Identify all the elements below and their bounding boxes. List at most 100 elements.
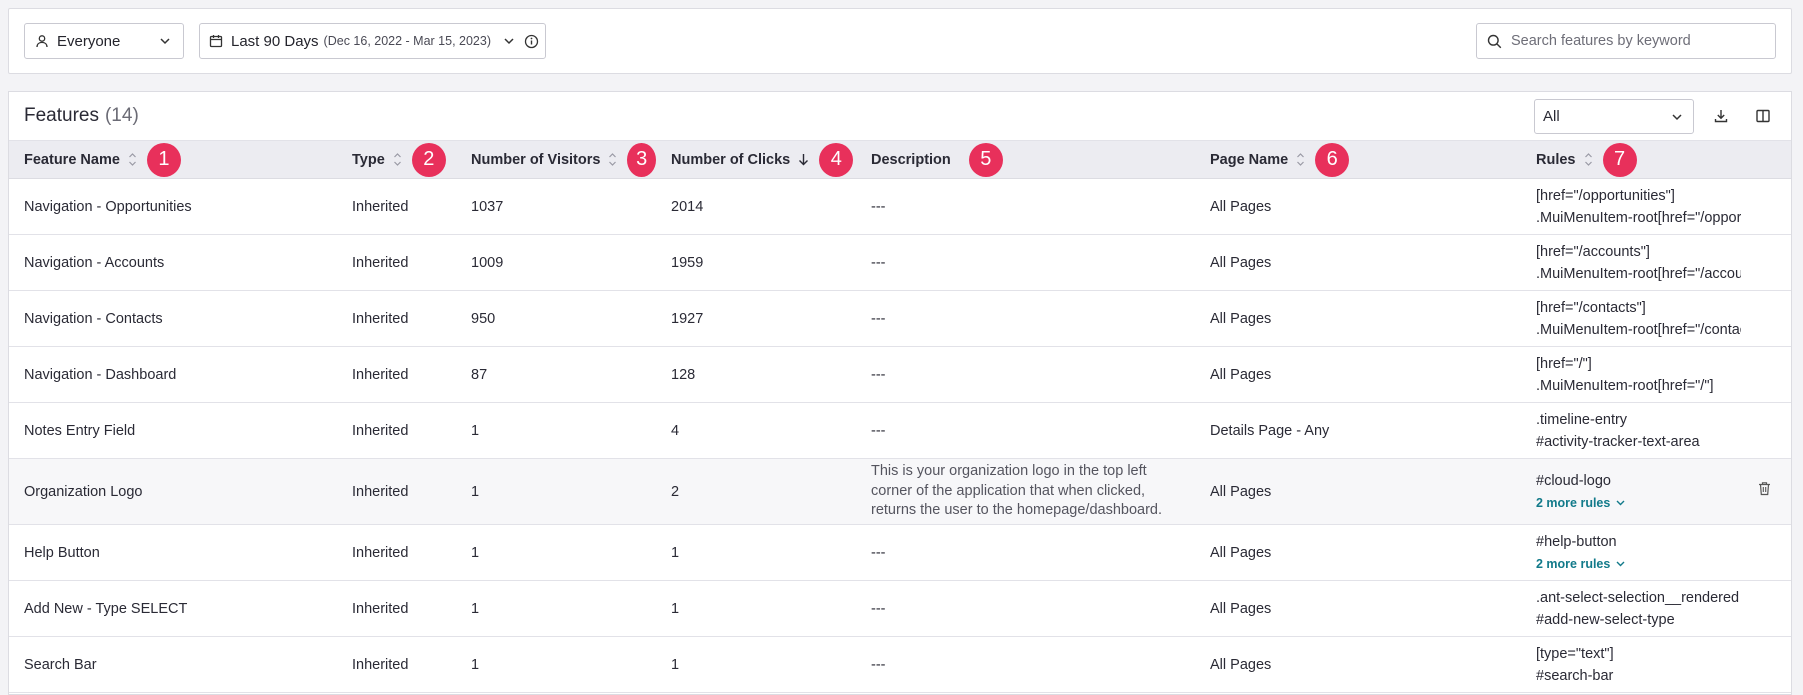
table-row[interactable]: Navigation - Accounts Inherited 1009 195…	[9, 234, 1791, 291]
date-range-dropdown[interactable]: Last 90 Days (Dec 16, 2022 - Mar 15, 202…	[199, 23, 546, 59]
more-rules-label: 2 more rules	[1536, 556, 1611, 571]
table-row[interactable]: Navigation - Opportunities Inherited 103…	[9, 178, 1791, 235]
feature-name-cell[interactable]: Search Bar	[9, 636, 337, 693]
feature-name-cell[interactable]: Organization Logo	[9, 458, 337, 525]
feature-name-cell[interactable]: Notes Entry Field	[9, 402, 337, 459]
type-cell: Inherited	[337, 524, 456, 581]
feature-name-cell[interactable]: Help Button	[9, 524, 337, 581]
visitors-cell: 1	[456, 636, 656, 693]
feature-name-cell[interactable]: Add New - Type SELECT	[9, 580, 337, 637]
rule-text: #add-new-select-type	[1536, 611, 1675, 628]
annotation-badge: 3	[627, 142, 656, 177]
rules-cell: [href="/contacts"] .MuiMenuItem-root[hre…	[1521, 290, 1791, 347]
clicks-cell: 1927	[656, 290, 856, 347]
info-icon[interactable]	[524, 34, 539, 49]
clicks-cell: 128	[656, 346, 856, 403]
visitors-cell: 1	[456, 458, 656, 525]
description-cell: ---	[856, 178, 1195, 235]
table-row[interactable]: Help Button Inherited 1 1 --- All Pages …	[9, 524, 1791, 581]
filter-bar: Everyone Last 90 Days (Dec 16, 2022 - Ma…	[8, 8, 1792, 74]
rules-cell: #cloud-logo 2 more rules	[1521, 458, 1791, 525]
visitors-cell: 87	[456, 346, 656, 403]
feature-name-cell[interactable]: Navigation - Dashboard	[9, 346, 337, 403]
table-row[interactable]: Add New - Type SELECT Inherited 1 1 --- …	[9, 580, 1791, 637]
description-cell: ---	[856, 290, 1195, 347]
clicks-cell: 1	[656, 636, 856, 693]
more-rules-toggle[interactable]: 2 more rules	[1536, 492, 1625, 514]
page-name-cell: All Pages	[1195, 458, 1521, 525]
description-cell: ---	[856, 524, 1195, 581]
table-row[interactable]: Navigation - Contacts Inherited 950 1927…	[9, 290, 1791, 347]
page-name-cell: All Pages	[1195, 234, 1521, 291]
column-label: Type	[352, 151, 385, 168]
type-cell: Inherited	[337, 636, 456, 693]
page-name-cell: All Pages	[1195, 524, 1521, 581]
annotation-badge: 4	[819, 142, 854, 177]
search-input[interactable]	[1511, 33, 1751, 49]
type-cell: Inherited	[337, 458, 456, 525]
rule-text: [href="/contacts"]	[1536, 299, 1646, 316]
column-header-type[interactable]: Type 2	[337, 140, 456, 179]
features-card: Features (14) All Feature Name 1 Type 2 …	[8, 91, 1792, 695]
chevron-down-icon	[504, 38, 514, 45]
column-header-feature-name[interactable]: Feature Name 1	[9, 140, 337, 179]
sort-icon[interactable]	[393, 152, 402, 167]
rule-text: [href="/opportunities"]	[1536, 187, 1675, 204]
rule-text: .MuiMenuItem-root[href="/accounts"]	[1536, 265, 1741, 282]
column-header-clicks[interactable]: Number of Clicks 4	[656, 140, 856, 179]
column-label: Rules	[1536, 151, 1576, 168]
annotation-badge: 6	[1315, 142, 1350, 177]
type-filter-select[interactable]: All	[1534, 99, 1694, 134]
visitors-cell: 1037	[456, 178, 656, 235]
sort-icon[interactable]	[1296, 152, 1305, 167]
type-cell: Inherited	[337, 234, 456, 291]
rule-text: [href="/accounts"]	[1536, 243, 1650, 260]
rule-text: [type="text"]	[1536, 645, 1614, 662]
rules-cell: .timeline-entry #activity-tracker-text-a…	[1521, 402, 1791, 459]
rules-cell: .ant-select-selection__rendered #add-new…	[1521, 580, 1791, 637]
feature-name-cell[interactable]: Navigation - Opportunities	[9, 178, 337, 235]
rule-text: [href="/"]	[1536, 355, 1592, 372]
sort-icon[interactable]	[128, 152, 137, 167]
column-label: Number of Clicks	[671, 151, 791, 168]
segment-dropdown[interactable]: Everyone	[24, 23, 184, 59]
visitors-cell: 1	[456, 580, 656, 637]
feature-name-cell[interactable]: Navigation - Contacts	[9, 290, 337, 347]
visitors-cell: 1	[456, 402, 656, 459]
columns-button[interactable]	[1752, 105, 1774, 127]
download-button[interactable]	[1710, 105, 1732, 127]
chevron-down-icon	[1616, 500, 1625, 505]
table-row[interactable]: Search Bar Inherited 1 1 --- All Pages […	[9, 636, 1791, 693]
table-row[interactable]: Navigation - Dashboard Inherited 87 128 …	[9, 346, 1791, 403]
type-cell: Inherited	[337, 580, 456, 637]
table-row[interactable]: Organization Logo Inherited 1 2 This is …	[9, 458, 1791, 525]
chevron-down-icon	[160, 38, 170, 45]
description-cell: ---	[856, 346, 1195, 403]
table-row[interactable]: Notes Entry Field Inherited 1 4 --- Deta…	[9, 402, 1791, 459]
more-rules-toggle[interactable]: 2 more rules	[1536, 553, 1625, 575]
clicks-cell: 1959	[656, 234, 856, 291]
type-filter-value: All	[1543, 108, 1560, 125]
clicks-cell: 1	[656, 580, 856, 637]
feature-name-cell[interactable]: Navigation - Accounts	[9, 234, 337, 291]
rules-cell: [type="text"] #search-bar	[1521, 636, 1791, 693]
column-label: Description	[871, 151, 951, 168]
column-header-visitors[interactable]: Number of Visitors 3	[456, 140, 656, 179]
rule-text: .MuiMenuItem-root[href="/"]	[1536, 377, 1714, 394]
annotation-badge: 5	[968, 142, 1003, 177]
column-header-page-name[interactable]: Page Name 6	[1195, 140, 1521, 179]
delete-button[interactable]	[1758, 481, 1771, 503]
sort-icon[interactable]	[1584, 152, 1593, 167]
sort-icon[interactable]	[608, 152, 617, 167]
search-box[interactable]	[1476, 23, 1776, 59]
description-cell: ---	[856, 402, 1195, 459]
chevron-down-icon	[1616, 561, 1625, 566]
annotation-badge: 7	[1602, 142, 1637, 177]
column-label: Feature Name	[24, 151, 120, 168]
type-cell: Inherited	[337, 402, 456, 459]
date-range-detail: (Dec 16, 2022 - Mar 15, 2023)	[323, 34, 491, 48]
sort-descending-icon[interactable]	[798, 153, 809, 166]
column-header-rules[interactable]: Rules 7	[1521, 140, 1791, 179]
visitors-cell: 950	[456, 290, 656, 347]
type-cell: Inherited	[337, 346, 456, 403]
